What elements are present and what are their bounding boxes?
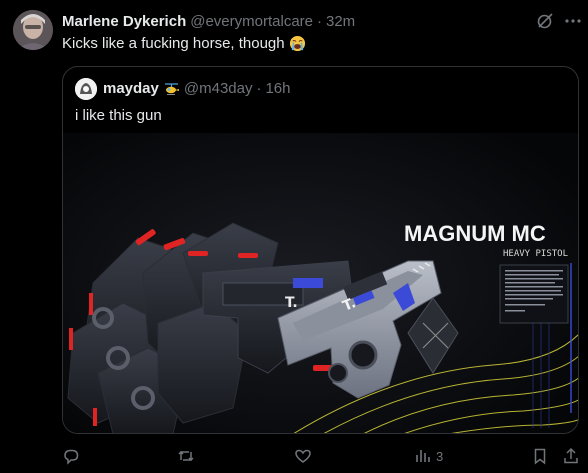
grok-icon[interactable] — [536, 12, 554, 30]
media-subtitle: HEAVY PISTOL — [503, 249, 568, 259]
quoted-text: i like this gun — [75, 107, 162, 124]
more-options-icon[interactable] — [564, 12, 582, 30]
helicopter-icon — [163, 81, 180, 97]
bookmark-button[interactable] — [531, 446, 549, 466]
retweet-button[interactable] — [177, 446, 195, 466]
quoted-handle[interactable]: @m43day — [184, 80, 253, 97]
quoted-separator-dot: · — [256, 80, 262, 97]
avatar[interactable] — [13, 10, 53, 50]
share-button[interactable] — [562, 446, 580, 466]
tweet-header: Marlene Dykerich @everymortalcare · 32m — [62, 12, 355, 30]
like-button[interactable] — [294, 446, 312, 466]
quoted-tweet[interactable]: mayday @m43day · 16h i like this gun T. … — [62, 66, 579, 434]
reply-button[interactable] — [62, 446, 80, 466]
quoted-timestamp[interactable]: 16h — [265, 80, 290, 97]
tweet-text-content: Kicks like a fucking horse, though — [62, 35, 285, 52]
reply-icon — [62, 447, 80, 465]
loudly-crying-face-icon — [289, 35, 306, 52]
quoted-avatar[interactable] — [75, 78, 97, 100]
media-title: MAGNUM MC — [404, 221, 546, 246]
handle[interactable]: @everymortalcare — [190, 13, 313, 30]
views-button[interactable]: 3 — [414, 446, 443, 466]
share-icon — [562, 447, 580, 465]
svg-text:T.: T. — [285, 295, 298, 311]
action-bar: 3 — [62, 446, 582, 466]
quoted-media-image[interactable]: T. T. MAGNUM MC HEAVY PISTOL — [63, 133, 578, 433]
retweet-icon — [177, 447, 195, 465]
timestamp[interactable]: 32m — [326, 13, 355, 30]
quoted-display-name[interactable]: mayday — [103, 80, 159, 97]
tweet[interactable]: Marlene Dykerich @everymortalcare · 32m … — [0, 0, 588, 473]
separator-dot: · — [317, 12, 322, 30]
views-icon — [414, 447, 432, 465]
bookmark-icon — [531, 447, 549, 465]
display-name[interactable]: Marlene Dykerich — [62, 13, 186, 30]
tweet-text: Kicks like a fucking horse, though — [62, 35, 306, 52]
views-count: 3 — [436, 448, 444, 464]
like-icon — [294, 447, 312, 465]
quoted-header: mayday @m43day · 16h — [103, 80, 291, 97]
